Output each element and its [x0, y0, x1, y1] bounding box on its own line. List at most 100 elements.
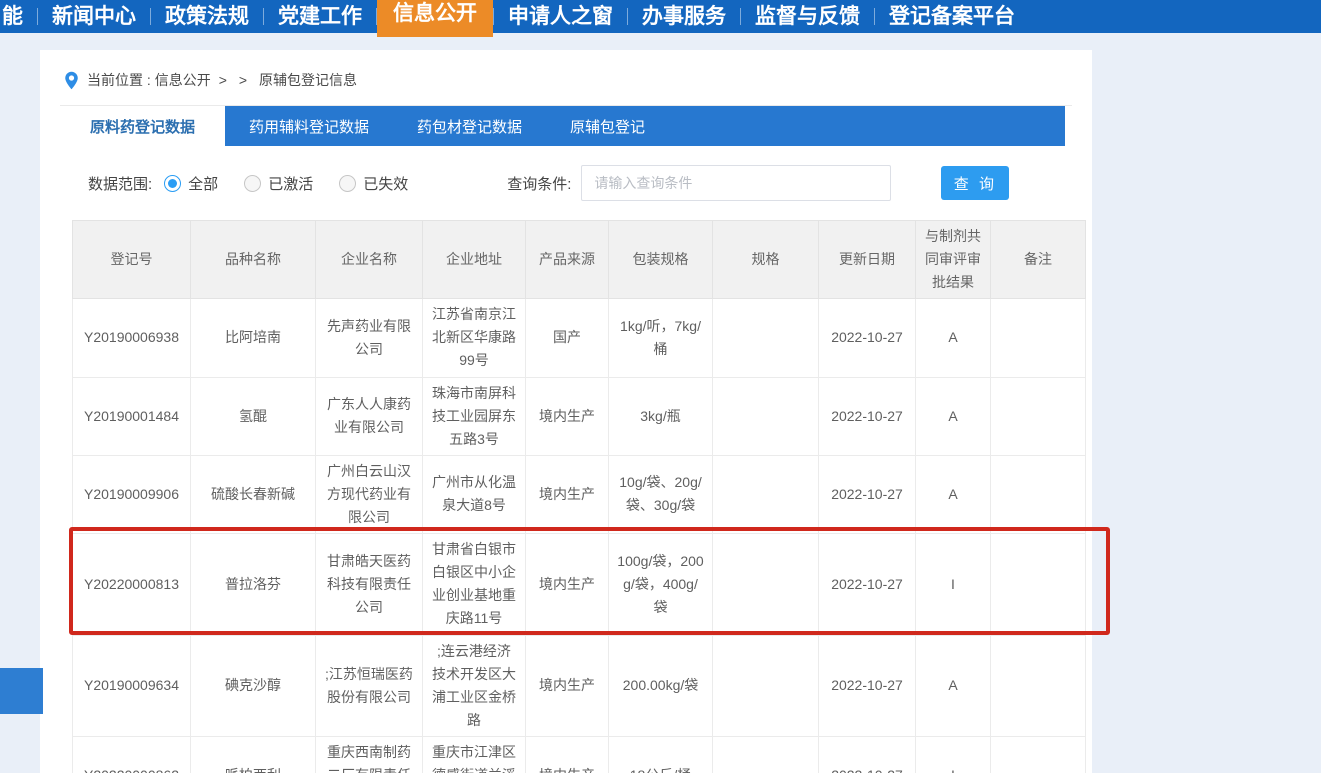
nav-item[interactable]: 申请人之窗: [494, 0, 627, 33]
table-cell: 普拉洛芬: [191, 534, 316, 635]
table-cell: 2022-10-27: [819, 534, 916, 635]
content-card: 当前位置 : 信息公开 > > 原辅包登记信息 原料药登记数据药用辅料登记数据药…: [40, 50, 1092, 773]
table-cell: [713, 299, 819, 377]
table-cell: 碘克沙醇: [191, 635, 316, 736]
top-nav: 能新闻中心政策法规党建工作信息公开申请人之窗办事服务监督与反馈登记备案平台: [0, 0, 1321, 33]
table-cell: 广东人人康药业有限公司: [316, 377, 423, 455]
table-cell: 广州白云山汉方现代药业有限公司: [316, 455, 423, 533]
table-cell: ;江苏恒瑞医药股份有限公司: [316, 635, 423, 736]
table-cell: 甘肃皓天医药科技有限责任公司: [316, 534, 423, 635]
side-widget-button[interactable]: [0, 668, 43, 714]
table-cell: 重庆西南制药二厂有限责任公司: [316, 736, 423, 773]
breadcrumb-current: 原辅包登记信息: [259, 70, 357, 90]
column-header: 品种名称: [191, 221, 316, 299]
table-cell: 200.00kg/袋: [609, 635, 713, 736]
table-cell: I: [916, 534, 991, 635]
radio-option[interactable]: 已失效: [339, 173, 408, 194]
table-cell: 2022-10-27: [819, 635, 916, 736]
table-cell: 氢醌: [191, 377, 316, 455]
table-row[interactable]: Y20220000813普拉洛芬甘肃皓天医药科技有限责任公司甘肃省白银市白银区中…: [73, 534, 1086, 635]
tab-item[interactable]: 药包材登记数据: [393, 106, 546, 146]
radio-group: 全部 已激活 已失效: [164, 173, 434, 194]
table-cell: 2022-10-27: [819, 455, 916, 533]
table-row[interactable]: Y20190009906硫酸长春新碱广州白云山汉方现代药业有限公司广州市从化温泉…: [73, 455, 1086, 533]
nav-item[interactable]: 能: [2, 0, 37, 33]
table-cell: Y20190009906: [73, 455, 191, 533]
table-cell: A: [916, 299, 991, 377]
table-cell: [991, 377, 1086, 455]
top-nav-items: 能新闻中心政策法规党建工作信息公开申请人之窗办事服务监督与反馈登记备案平台: [2, 0, 1029, 33]
table-cell: [991, 455, 1086, 533]
table-cell: Y20220000813: [73, 534, 191, 635]
filter-row: 数据范围: 全部已激活已失效 查询条件: 查 询: [40, 154, 1092, 212]
nav-item[interactable]: 监督与反馈: [741, 0, 874, 33]
radio-label: 全部: [188, 173, 218, 194]
table-row[interactable]: Y20190006938比阿培南先声药业有限公司江苏省南京江北新区华康路99号国…: [73, 299, 1086, 377]
table-cell: 境内生产: [526, 377, 609, 455]
breadcrumb-separator: > >: [219, 72, 251, 88]
radio-icon: [164, 175, 181, 192]
table-cell: 甘肃省白银市白银区中小企业创业基地重庆路11号: [423, 534, 526, 635]
breadcrumb-section-link[interactable]: 信息公开: [155, 70, 211, 90]
table-cell: 境内生产: [526, 635, 609, 736]
table-cell: 1kg/听，7kg/桶: [609, 299, 713, 377]
column-header: 备注: [991, 221, 1086, 299]
table-row[interactable]: Y20220000862哌柏西利重庆西南制药二厂有限责任公司重庆市江津区德感街道…: [73, 736, 1086, 773]
table-cell: 3kg/瓶: [609, 377, 713, 455]
table-cell: ;连云港经济技术开发区大浦工业区金桥路: [423, 635, 526, 736]
registration-table: 登记号品种名称企业名称企业地址产品来源包装规格规格更新日期与制剂共同审评审批结果…: [72, 220, 1086, 773]
data-scope-label: 数据范围:: [88, 173, 152, 194]
table-cell: A: [916, 635, 991, 736]
search-button[interactable]: 查 询: [941, 166, 1009, 200]
table-cell: [991, 299, 1086, 377]
tab-item[interactable]: 原辅包登记: [546, 106, 669, 146]
table-cell: Y20190009634: [73, 635, 191, 736]
column-header: 包装规格: [609, 221, 713, 299]
column-header: 登记号: [73, 221, 191, 299]
tab-bar: 原料药登记数据药用辅料登记数据药包材登记数据原辅包登记: [60, 106, 1065, 146]
table-header-row: 登记号品种名称企业名称企业地址产品来源包装规格规格更新日期与制剂共同审评审批结果…: [73, 221, 1086, 299]
radio-label: 已激活: [268, 173, 313, 194]
nav-item[interactable]: 信息公开: [377, 0, 493, 37]
table-cell: 18公斤/桶: [609, 736, 713, 773]
table-cell: [713, 736, 819, 773]
table-cell: Y20220000862: [73, 736, 191, 773]
table-cell: A: [916, 455, 991, 533]
table-cell: Y20190006938: [73, 299, 191, 377]
table-cell: 10g/袋、20g/袋、30g/袋: [609, 455, 713, 533]
table-cell: 境内生产: [526, 455, 609, 533]
table-cell: I: [916, 736, 991, 773]
nav-item[interactable]: 办事服务: [628, 0, 740, 33]
table-cell: A: [916, 377, 991, 455]
table-cell: 先声药业有限公司: [316, 299, 423, 377]
table-cell: 境内生产: [526, 736, 609, 773]
table-cell: 境内生产: [526, 534, 609, 635]
search-input[interactable]: [581, 165, 891, 201]
tab-item[interactable]: 药用辅料登记数据: [225, 106, 393, 146]
column-header: 产品来源: [526, 221, 609, 299]
column-header: 规格: [713, 221, 819, 299]
table-cell: [713, 455, 819, 533]
table-cell: 2022-10-27: [819, 299, 916, 377]
table-cell: 广州市从化温泉大道8号: [423, 455, 526, 533]
table-cell: 比阿培南: [191, 299, 316, 377]
table-row[interactable]: Y20190001484氢醌广东人人康药业有限公司珠海市南屏科技工业园屏东五路3…: [73, 377, 1086, 455]
breadcrumb: 当前位置 : 信息公开 > > 原辅包登记信息: [40, 50, 1092, 94]
table-cell: 国产: [526, 299, 609, 377]
tab-active[interactable]: 原料药登记数据: [60, 106, 225, 146]
nav-item[interactable]: 登记备案平台: [875, 0, 1029, 33]
nav-item[interactable]: 政策法规: [151, 0, 263, 33]
radio-label: 已失效: [363, 173, 408, 194]
table-row[interactable]: Y20190009634碘克沙醇;江苏恒瑞医药股份有限公司;连云港经济技术开发区…: [73, 635, 1086, 736]
radio-option[interactable]: 已激活: [244, 173, 313, 194]
table-cell: [713, 635, 819, 736]
radio-icon: [244, 175, 261, 192]
column-header: 企业名称: [316, 221, 423, 299]
nav-item[interactable]: 新闻中心: [38, 0, 150, 33]
radio-option[interactable]: 全部: [164, 173, 218, 194]
nav-item[interactable]: 党建工作: [264, 0, 376, 33]
table-cell: Y20190001484: [73, 377, 191, 455]
table-cell: 江苏省南京江北新区华康路99号: [423, 299, 526, 377]
table-cell: 重庆市江津区德感街道兰溪路555号: [423, 736, 526, 773]
table-cell: [991, 534, 1086, 635]
